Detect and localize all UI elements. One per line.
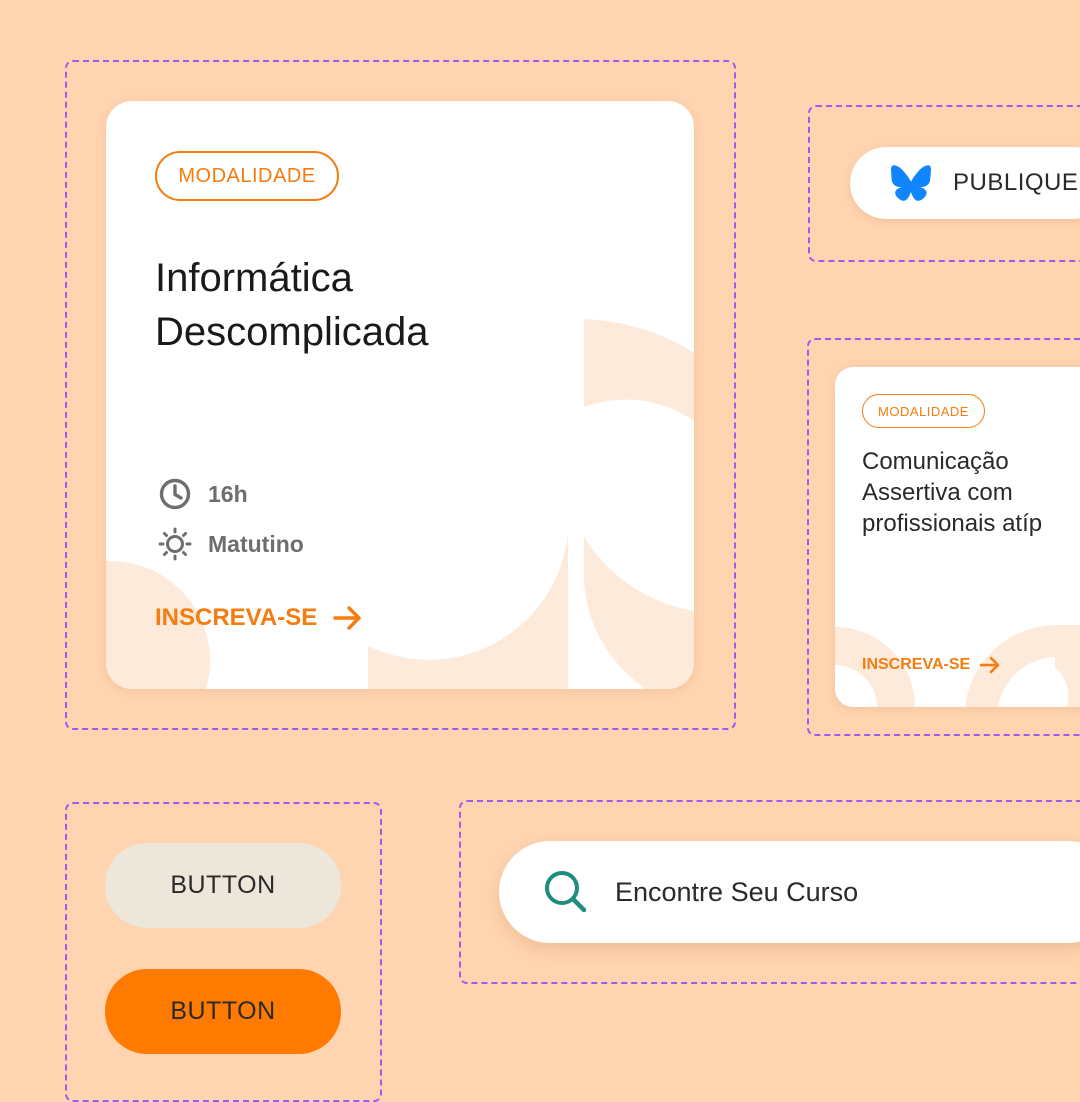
enroll-link-label: INSCREVA-SE — [862, 656, 971, 673]
arrow-right-icon — [333, 606, 361, 630]
course-title: Informática Descomplicada — [155, 251, 428, 359]
course-card-large[interactable]: MODALIDADE Informática Descomplicada 16h — [106, 101, 694, 689]
clock-icon — [159, 478, 191, 510]
course-title: Comunicação Assertiva com profissionais … — [862, 446, 1042, 539]
search-bar[interactable]: Encontre Seu Curso — [499, 841, 1080, 943]
course-title-line: Descomplicada — [155, 310, 429, 354]
duration-row: 16h — [158, 477, 248, 511]
duration-text: 16h — [208, 480, 248, 507]
course-title-line: profissionais atíp — [862, 510, 1043, 537]
modality-tag: MODALIDADE — [155, 151, 339, 201]
shift-text: Matutino — [208, 530, 304, 557]
course-title-line: Assertiva com — [862, 479, 1013, 506]
enroll-link-label: INSCREVA-SE — [155, 604, 318, 631]
enroll-link[interactable]: INSCREVA-SE — [862, 654, 1002, 676]
primary-button[interactable]: BUTTON — [105, 969, 341, 1054]
arrow-right-icon — [979, 656, 1000, 674]
course-title-line: Comunicação — [862, 448, 1009, 475]
course-card-small[interactable]: MODALIDADE Comunicação Assertiva com pro… — [835, 367, 1080, 707]
course-title-line: Informática — [155, 256, 353, 300]
share-button-label: PUBLIQUE — [953, 169, 1079, 196]
enroll-link[interactable]: INSCREVA-SE — [155, 603, 365, 633]
search-icon — [545, 871, 587, 913]
search-placeholder: Encontre Seu Curso — [615, 876, 859, 907]
share-button[interactable]: PUBLIQUE — [850, 147, 1080, 219]
bluesky-butterfly-icon — [891, 165, 931, 201]
sun-icon — [158, 527, 192, 561]
shift-row: Matutino — [158, 527, 304, 561]
modality-tag: MODALIDADE — [862, 394, 985, 428]
secondary-button[interactable]: BUTTON — [105, 843, 341, 928]
